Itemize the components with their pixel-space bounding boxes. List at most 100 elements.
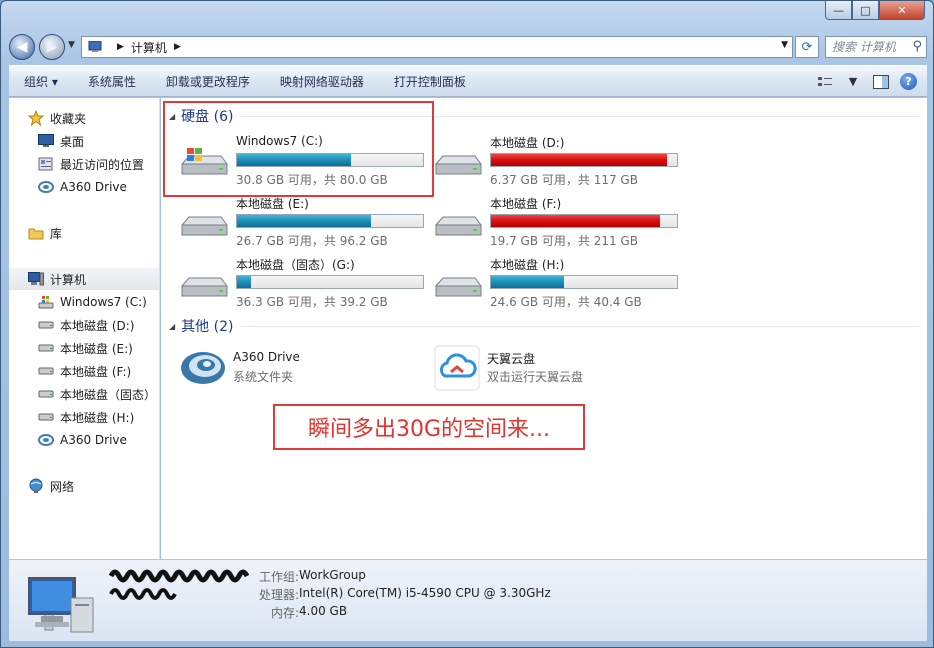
drive-usage-fill xyxy=(237,154,352,166)
drive-usage-bar xyxy=(490,275,678,289)
drive-name: 本地磁盘 (D:) xyxy=(490,136,565,150)
search-icon[interactable]: ⚲ xyxy=(912,37,922,57)
sidebar-item-label: Windows7 (C:) xyxy=(60,295,147,309)
system-properties-button[interactable]: 系统属性 xyxy=(73,73,151,90)
drive-tile[interactable]: 本地磁盘 (E:) 26.7 GB 可用，共 96.2 GB xyxy=(179,195,429,253)
drive-usage-fill xyxy=(237,215,372,227)
hard-drive-icon xyxy=(37,340,55,356)
sidebar-item-label: 桌面 xyxy=(60,134,85,149)
drive-space-info: 24.6 GB 可用，共 40.4 GB xyxy=(490,295,642,309)
redacted-computer-name xyxy=(109,569,249,583)
sidebar-item-label: 本地磁盘 (E:) xyxy=(60,341,133,356)
redacted-domain-name xyxy=(109,588,177,600)
sidebar-item-recent[interactable]: 最近访问的位置 xyxy=(37,153,144,175)
drive-tile[interactable]: 本地磁盘 (H:) 24.6 GB 可用，共 40.4 GB xyxy=(433,256,683,314)
network-icon xyxy=(27,478,45,494)
drive-name: Windows7 (C:) xyxy=(236,134,323,148)
drive-usage-fill xyxy=(237,276,251,288)
hard-drive-icon xyxy=(37,363,55,379)
computer-icon xyxy=(27,271,45,287)
open-control-panel-button[interactable]: 打开控制面板 xyxy=(379,73,481,90)
sidebar-item-drive-g[interactable]: 本地磁盘（固态） xyxy=(37,383,156,405)
workgroup-row: 工作组: WorkGroup xyxy=(249,568,366,585)
tianyi-cloud-icon xyxy=(434,345,480,391)
change-view-icon[interactable] xyxy=(816,74,834,90)
help-icon[interactable]: ? xyxy=(900,73,917,90)
sidebar-item-network[interactable]: 网络 xyxy=(27,475,74,497)
drive-tile[interactable]: 本地磁盘 (D:) 6.37 GB 可用，共 117 GB xyxy=(433,134,683,192)
drive-tile[interactable]: 本地磁盘（固态）(G:) 36.3 GB 可用，共 39.2 GB xyxy=(179,256,429,314)
other-item-a360-drive[interactable]: A360 Drive 系统文件夹 xyxy=(179,344,399,394)
sidebar-item-a360-drive[interactable]: A360 Drive xyxy=(37,429,127,451)
sidebar-item-computer[interactable]: 计算机 xyxy=(9,268,159,290)
detail-key: 处理器: xyxy=(258,588,299,602)
view-controls: ▼ ? xyxy=(816,73,917,90)
address-dropdown-icon[interactable]: ▼ xyxy=(781,40,788,50)
chevron-right-icon[interactable]: ▶ xyxy=(174,42,181,52)
sidebar-item-label: A360 Drive xyxy=(60,180,127,194)
drive-name: 本地磁盘（固态）(G:) xyxy=(236,258,355,272)
navigation-row: ◀ ▶ ▼ ▶ 计算机 ▶ ▼ ⟳ 搜索 计算机 ⚲ xyxy=(9,31,927,61)
detail-value: Intel(R) Core(TM) i5-4590 CPU @ 3.30GHz xyxy=(299,586,551,600)
sidebar-item-a360[interactable]: A360 Drive xyxy=(37,176,127,198)
sidebar-item-drive-f[interactable]: 本地磁盘 (F:) xyxy=(37,360,131,382)
drive-space-info: 30.8 GB 可用，共 80.0 GB xyxy=(236,173,388,187)
windows-drive-icon xyxy=(181,148,228,175)
chevron-right-icon[interactable]: ▶ xyxy=(117,42,124,52)
drive-name: 本地磁盘 (E:) xyxy=(236,197,309,211)
annotation-text-box: 瞬间多出30G的空间来... xyxy=(273,404,585,450)
hard-drive-icon xyxy=(37,317,55,333)
back-button[interactable]: ◀ xyxy=(9,34,35,60)
close-button[interactable]: ✕ xyxy=(879,1,925,20)
sidebar-item-label: A360 Drive xyxy=(60,433,127,447)
recent-pages-dropdown[interactable]: ▼ xyxy=(68,40,75,50)
search-placeholder: 搜索 计算机 xyxy=(832,40,896,54)
drive-usage-fill xyxy=(491,215,660,227)
caption-buttons: — □ ✕ xyxy=(825,1,925,20)
a360-drive-icon xyxy=(37,432,55,448)
explorer-window: — □ ✕ ◀ ▶ ▼ ▶ 计算机 ▶ ▼ ⟳ 搜索 计算机 ⚲ 组织 ▾ 系统… xyxy=(0,0,934,648)
sidebar-item-label: 本地磁盘（固态） xyxy=(60,387,157,402)
preview-pane-icon[interactable] xyxy=(872,74,890,90)
drive-space-info: 36.3 GB 可用，共 39.2 GB xyxy=(236,295,388,309)
sidebar-item-drive-d[interactable]: 本地磁盘 (D:) xyxy=(37,314,134,336)
drive-tile[interactable]: 本地磁盘 (F:) 19.7 GB 可用，共 211 GB xyxy=(433,195,683,253)
sidebar-item-label: 本地磁盘 (D:) xyxy=(60,318,135,333)
hard-drive-icon xyxy=(435,155,482,175)
windows-drive-icon xyxy=(37,294,55,310)
drive-usage-fill xyxy=(491,276,564,288)
drive-tile[interactable]: Windows7 (C:) 30.8 GB 可用，共 80.0 GB xyxy=(179,134,429,192)
detail-value: WorkGroup xyxy=(299,568,366,582)
a360-drive-icon xyxy=(37,179,55,195)
drive-usage-bar xyxy=(490,214,678,228)
hard-drive-icon xyxy=(435,277,482,297)
sidebar-item-label: 库 xyxy=(50,226,63,241)
sidebar-item-drive-h[interactable]: 本地磁盘 (H:) xyxy=(37,406,134,428)
collapse-triangle-icon[interactable]: ◢ xyxy=(169,322,175,331)
address-bar[interactable]: ▶ 计算机 ▶ ▼ xyxy=(81,36,793,58)
refresh-button[interactable]: ⟳ xyxy=(795,36,819,58)
breadcrumb-computer[interactable]: 计算机 xyxy=(131,39,167,56)
minimize-button[interactable]: — xyxy=(825,1,852,20)
hard-drive-icon xyxy=(37,409,55,425)
organize-button[interactable]: 组织 ▾ xyxy=(9,73,73,90)
sidebar-item-libraries[interactable]: 库 xyxy=(27,222,62,244)
sidebar-item-label: 本地磁盘 (F:) xyxy=(60,364,132,379)
sidebar-item-desktop[interactable]: 桌面 xyxy=(37,130,84,152)
command-bar: 组织 ▾ 系统属性 卸载或更改程序 映射网络驱动器 打开控制面板 ▼ ? xyxy=(9,65,927,97)
uninstall-program-button[interactable]: 卸载或更改程序 xyxy=(151,73,265,90)
desktop-icon xyxy=(37,133,55,149)
other-item-tianyi-cloud[interactable]: 天翼云盘 双击运行天翼云盘 xyxy=(433,344,653,394)
maximize-button[interactable]: □ xyxy=(852,1,879,20)
sidebar-item-drive-c[interactable]: Windows7 (C:) xyxy=(37,291,147,313)
view-options-dropdown-icon[interactable]: ▼ xyxy=(844,74,862,90)
map-network-drive-button[interactable]: 映射网络驱动器 xyxy=(265,73,379,90)
sidebar-item-drive-e[interactable]: 本地磁盘 (E:) xyxy=(37,337,133,359)
navigation-pane: 收藏夹 桌面 最近访问的位置 A360 Drive 库 计算机 Windows7… xyxy=(9,98,160,559)
forward-button[interactable]: ▶ xyxy=(39,34,65,60)
library-icon xyxy=(27,225,45,241)
other-group-header[interactable]: ◢ 其他 (2) xyxy=(169,316,919,336)
recent-places-icon xyxy=(37,156,55,172)
search-input[interactable]: 搜索 计算机 ⚲ xyxy=(825,36,927,58)
sidebar-item-favorites[interactable]: 收藏夹 xyxy=(27,107,86,129)
